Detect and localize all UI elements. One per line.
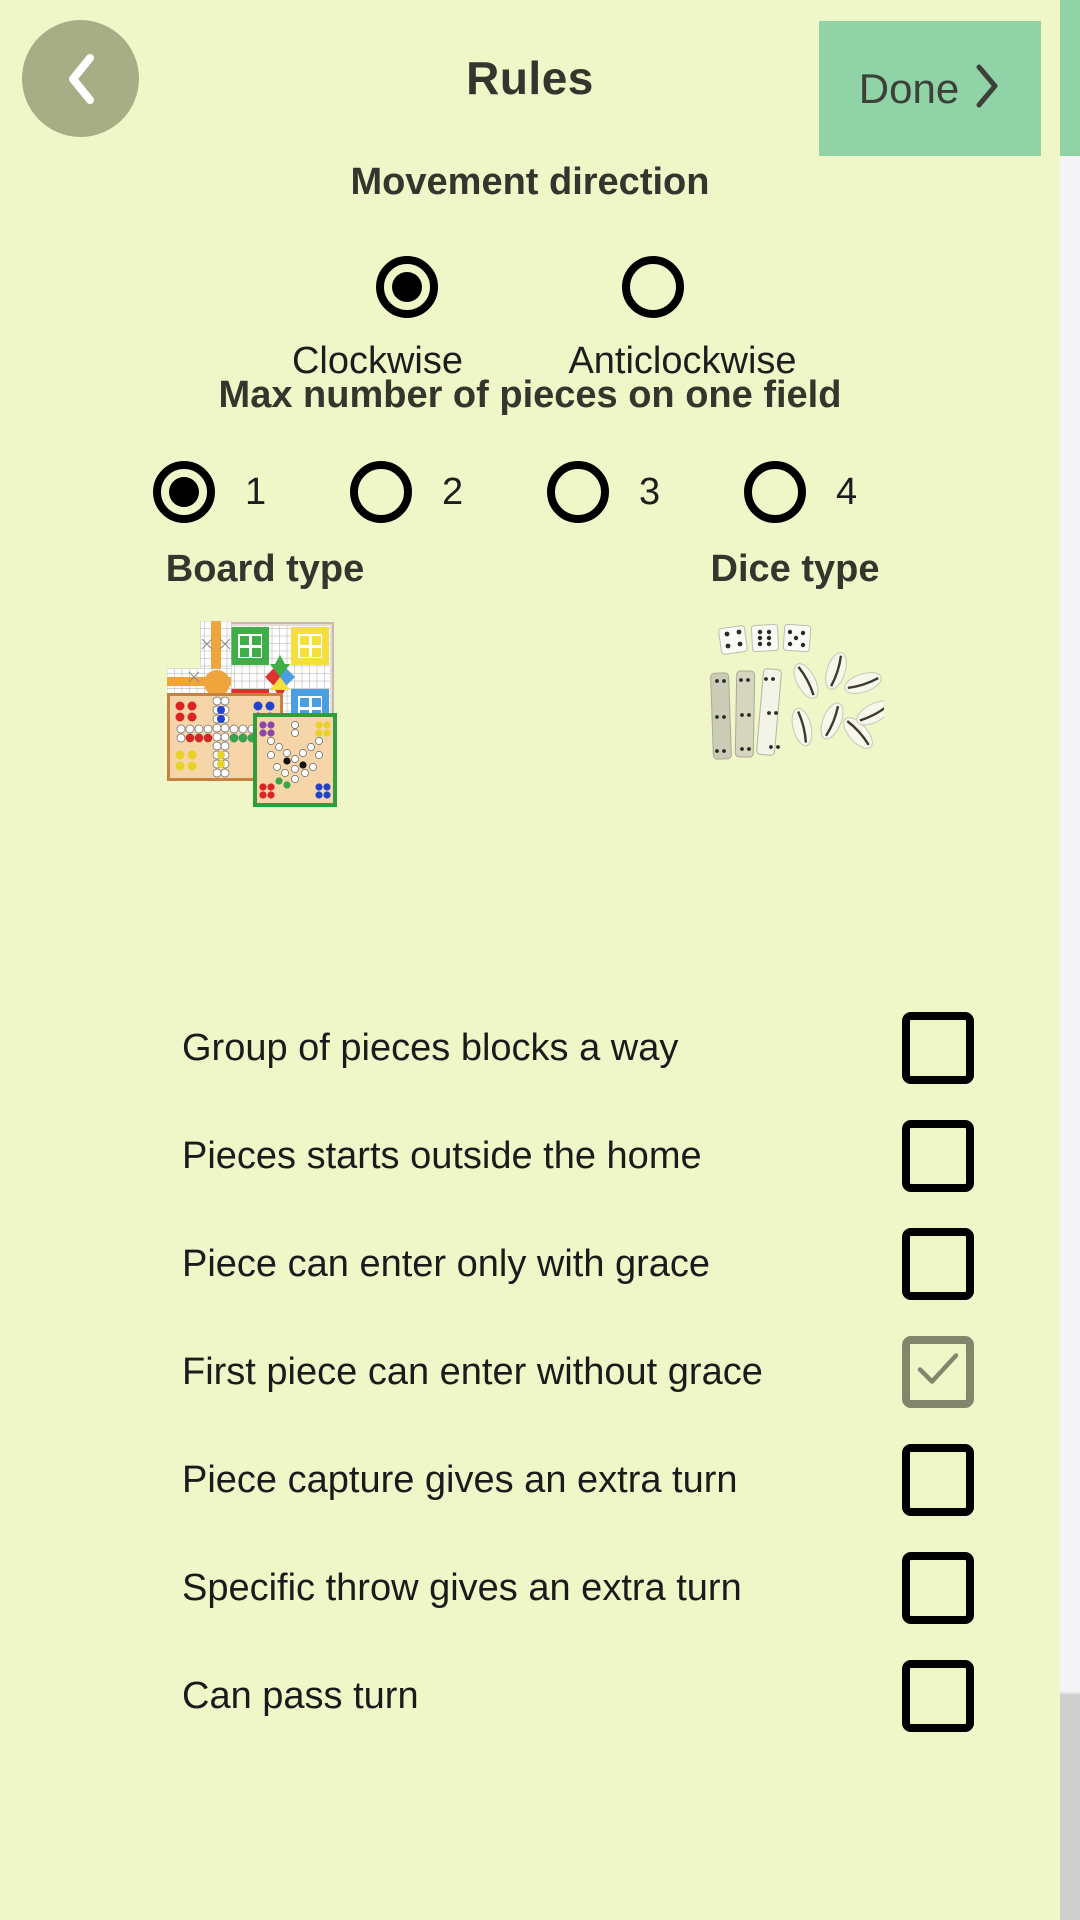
rule-row-enter-only-with-grace[interactable]: Piece can enter only with grace	[0, 1210, 1060, 1318]
rule-checkbox-specific-throw-extra-turn[interactable]	[902, 1552, 974, 1624]
board-type-title: Board type	[165, 548, 365, 590]
max-pieces-radios: 1 2 3 4	[0, 461, 1060, 523]
done-button-label: Done	[858, 64, 960, 112]
rule-label: Group of pieces blocks a way	[182, 1026, 679, 1069]
board-type-picker[interactable]: Board type	[0, 548, 530, 821]
radio-max-pieces-2[interactable]	[350, 461, 412, 523]
rule-checkbox-pieces-start-outside-home[interactable]	[902, 1120, 974, 1192]
max-pieces-group: Max number of pieces on one field 1 2 3 …	[0, 374, 1060, 523]
chevron-left-icon	[60, 50, 102, 108]
rule-row-specific-throw-extra-turn[interactable]: Specific throw gives an extra turn	[0, 1534, 1060, 1642]
chevron-right-icon	[973, 63, 1001, 114]
type-pickers: Board type Dice type	[0, 548, 1060, 821]
rule-row-first-piece-without-grace[interactable]: First piece can enter without grace	[0, 1318, 1060, 1426]
rule-row-group-blocks-way[interactable]: Group of pieces blocks a way	[0, 994, 1060, 1102]
rule-checkbox-group-blocks-way[interactable]	[902, 1012, 974, 1084]
rule-label: Pieces starts outside the home	[182, 1134, 702, 1177]
dice-type-thumbnail[interactable]	[706, 621, 884, 821]
rules-settings-screen: Rules Done Movement direction Clockwise …	[0, 0, 1080, 1920]
app-header: Rules Done	[0, 0, 1060, 156]
done-button[interactable]: Done	[819, 21, 1041, 156]
max-pieces-option-1[interactable]: 1	[153, 461, 316, 523]
scrollbar-track[interactable]	[1060, 0, 1080, 1920]
radio-max-pieces-1-label: 1	[245, 470, 267, 513]
rule-label: First piece can enter without grace	[182, 1350, 763, 1393]
rule-label: Specific throw gives an extra turn	[182, 1566, 742, 1609]
radio-max-pieces-2-label: 2	[442, 470, 464, 513]
radio-max-pieces-3[interactable]	[547, 461, 609, 523]
movement-direction-group: Movement direction Clockwise Anticlockwi…	[0, 161, 1060, 383]
scrollbar-header-overlay	[1060, 0, 1080, 156]
max-pieces-option-4[interactable]: 4	[744, 461, 907, 523]
board-type-thumbnail[interactable]	[167, 621, 363, 821]
rule-label: Can pass turn	[182, 1674, 419, 1717]
rules-checkbox-list: Group of pieces blocks a way Pieces star…	[0, 994, 1060, 1750]
radio-max-pieces-4[interactable]	[744, 461, 806, 523]
rule-checkbox-can-pass-turn[interactable]	[902, 1660, 974, 1732]
checkmark-icon	[915, 1351, 961, 1394]
rule-checkbox-first-piece-without-grace[interactable]	[902, 1336, 974, 1408]
settings-content: Movement direction Clockwise Anticlockwi…	[0, 156, 1060, 1920]
dice-type-title: Dice type	[710, 548, 880, 590]
radio-max-pieces-4-label: 4	[836, 470, 858, 513]
radio-max-pieces-1[interactable]	[153, 461, 215, 523]
rule-row-can-pass-turn[interactable]: Can pass turn	[0, 1642, 1060, 1750]
max-pieces-option-2[interactable]: 2	[350, 461, 513, 523]
movement-direction-title: Movement direction	[350, 161, 710, 203]
dice-type-picker[interactable]: Dice type	[530, 548, 1060, 821]
radio-max-pieces-3-label: 3	[639, 470, 661, 513]
max-pieces-title: Max number of pieces on one field	[218, 374, 842, 416]
rule-checkbox-enter-only-with-grace[interactable]	[902, 1228, 974, 1300]
back-button[interactable]	[22, 20, 139, 137]
movement-direction-radios	[0, 256, 1060, 318]
rule-row-pieces-start-outside-home[interactable]: Pieces starts outside the home	[0, 1102, 1060, 1210]
rule-checkbox-capture-extra-turn[interactable]	[902, 1444, 974, 1516]
rule-label: Piece capture gives an extra turn	[182, 1458, 738, 1501]
radio-clockwise[interactable]	[376, 256, 438, 318]
radio-anticlockwise[interactable]	[622, 256, 684, 318]
scrollbar-thumb[interactable]	[1060, 1692, 1080, 1920]
max-pieces-option-3[interactable]: 3	[547, 461, 710, 523]
rule-label: Piece can enter only with grace	[182, 1242, 711, 1285]
rule-row-capture-extra-turn[interactable]: Piece capture gives an extra turn	[0, 1426, 1060, 1534]
